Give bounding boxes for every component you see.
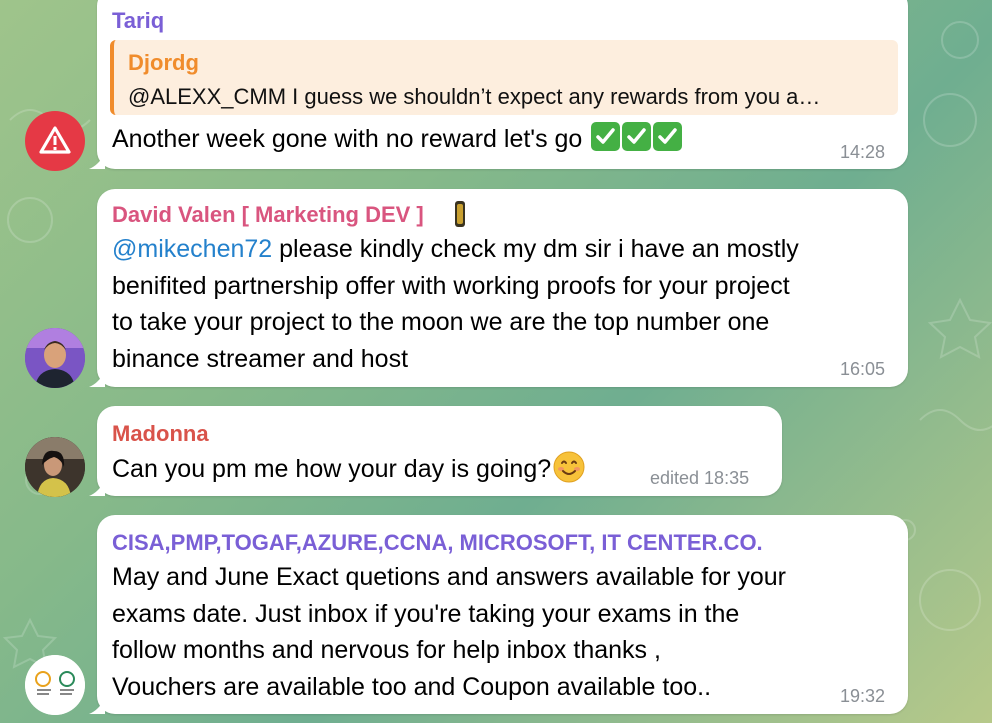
message-line: binance streamer and host [112, 344, 409, 373]
message-time: 19:32 [840, 686, 886, 706]
user-photo-icon [25, 328, 85, 388]
reply-quote[interactable]: Djordg @ALEXX_CMM I guess we shouldn’t e… [110, 40, 898, 115]
sender-name[interactable]: CISA,PMP,TOGAF,AZURE,CCNA, MICROSOFT, IT… [112, 530, 763, 556]
avatar[interactable] [25, 111, 85, 171]
avatar[interactable] [25, 655, 85, 715]
message-text: @mikechen72 please kindly check my dm si… [112, 231, 799, 377]
message-bubble[interactable]: Madonna Can you pm me how your day is go… [89, 406, 782, 496]
logo-avatar-icon [25, 655, 85, 715]
message-line: Vouchers are available too and Coupon av… [112, 672, 712, 701]
message-line: please kindly check my dm sir i have an … [272, 235, 799, 263]
bubble-tail [89, 480, 105, 496]
message-time: 14:28 [840, 142, 886, 162]
user-mention-link[interactable]: @mikechen72 [112, 235, 272, 263]
sender-badge-icon [455, 201, 465, 227]
message-bubble[interactable]: Tariq Djordg @ALEXX_CMM I guess we shoul… [89, 0, 908, 169]
user-photo-icon [25, 437, 85, 497]
check-mark-icon [591, 122, 621, 151]
message-time: edited 18:35 [650, 468, 750, 488]
check-mark-icon [622, 122, 652, 151]
warning-icon [39, 126, 71, 154]
message-line: to take your project to the moon we are … [112, 308, 770, 336]
message-bubble[interactable]: CISA,PMP,TOGAF,AZURE,CCNA, MICROSOFT, IT… [89, 515, 908, 714]
message-text: Can you pm me how your day is going? [112, 451, 585, 488]
message-bubble[interactable]: David Valen [ Marketing DEV ] @mikechen7… [89, 189, 908, 387]
avatar[interactable] [25, 437, 85, 497]
message-time: 16:05 [840, 359, 886, 379]
check-mark-icon [653, 122, 683, 151]
reply-text: @ALEXX_CMM I guess we shouldn’t expect a… [128, 84, 821, 109]
bubble-tail [89, 153, 105, 169]
message-text-content: Another week gone with no reward let's g… [112, 125, 583, 153]
message-text-content: Can you pm me how your day is going? [112, 455, 552, 483]
smiling-face-icon [553, 451, 585, 483]
bubble-tail [89, 371, 105, 387]
message-line: May and June Exact quetions and answers … [112, 563, 786, 591]
message-text: May and June Exact quetions and answers … [112, 559, 786, 705]
bubble-tail [89, 698, 105, 714]
message-line: exams date. Just inbox if you're taking … [112, 599, 740, 628]
message-line: follow months and nervous for help inbox… [112, 636, 661, 664]
sender-name[interactable]: Tariq [112, 8, 164, 34]
avatar[interactable] [25, 328, 85, 388]
reply-sender: Djordg [128, 50, 199, 75]
message-text: Another week gone with no reward let's g… [112, 121, 683, 158]
sender-name[interactable]: David Valen [ Marketing DEV ] [112, 202, 424, 228]
sender-name[interactable]: Madonna [112, 421, 209, 447]
message-line: benifited partnership offer with working… [112, 271, 790, 300]
